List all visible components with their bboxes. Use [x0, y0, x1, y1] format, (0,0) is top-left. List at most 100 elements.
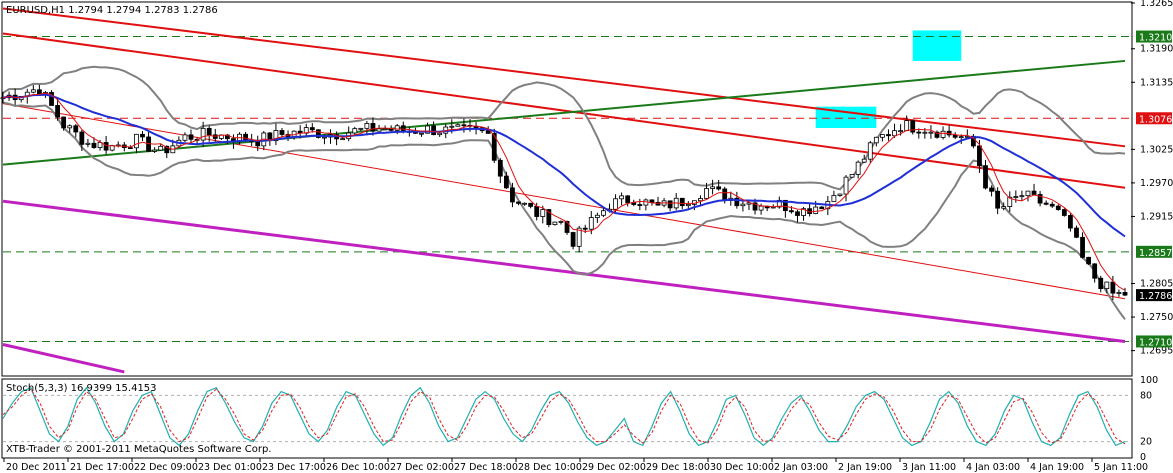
candle: [594, 212, 600, 223]
candle-body: [1055, 205, 1061, 210]
candle: [1025, 190, 1031, 202]
time-tick-label: 3 Jan 11:00: [902, 462, 956, 473]
highlight-zones: [815, 30, 962, 129]
candle-body: [394, 125, 400, 131]
price-label: 1.2857: [1136, 245, 1172, 259]
time-tick-label: 27 Dec 02:00: [390, 462, 454, 473]
trading-chart-window: 1.3265 1.3190 1.3135 1.3025 1.2970 1.2915 1.28…: [0, 0, 1173, 473]
price-label-text: 1.2786: [1139, 291, 1172, 302]
candle-body: [1080, 236, 1085, 258]
candle-body: [1092, 263, 1098, 279]
candle-body: [255, 141, 261, 147]
candle-body: [588, 217, 594, 230]
candle: [619, 192, 625, 206]
candle-body: [1116, 292, 1122, 294]
price-label: 1.2786: [1136, 289, 1172, 302]
candle: [1068, 213, 1073, 232]
time-tick-label: 23 Dec 17:00: [262, 462, 326, 473]
candle-body: [758, 205, 764, 211]
candle: [819, 206, 825, 210]
candle-body: [892, 130, 897, 137]
time-tick-label: 4 Jan 19:00: [1030, 462, 1084, 473]
candle-body: [419, 132, 424, 135]
candle: [279, 128, 285, 137]
trend-lines[interactable]: [2, 7, 1126, 374]
candle-body: [795, 211, 800, 216]
candle-body: [200, 127, 206, 141]
candle: [522, 202, 527, 206]
candle: [309, 123, 315, 133]
time-tick-label: 22 Dec 09:00: [134, 462, 198, 473]
candle-body: [886, 134, 891, 137]
candle-body: [522, 202, 527, 205]
candle-body: [158, 145, 164, 151]
candle: [928, 125, 934, 139]
candle-body: [206, 127, 212, 136]
candle-body: [843, 176, 849, 195]
candle-body: [861, 158, 867, 163]
candle-body: [455, 124, 461, 127]
time-tick-label: 21 Dec 17:00: [70, 462, 134, 473]
candle-body: [958, 136, 964, 139]
candle: [1116, 289, 1122, 297]
candle-body: [789, 210, 794, 213]
candle: [740, 201, 746, 212]
candle-body: [188, 134, 194, 140]
horizontal-levels: [3, 36, 1131, 342]
candle-body: [1074, 227, 1079, 238]
candle: [795, 210, 800, 223]
candle-body: [485, 130, 491, 134]
candle: [643, 198, 649, 211]
candle-body: [813, 206, 819, 215]
price-chart[interactable]: 1.3265 1.3190 1.3135 1.3025 1.2970 1.2915 1.28…: [0, 0, 1173, 473]
candle-body: [1049, 203, 1055, 207]
candle-body: [716, 186, 722, 190]
candle-body: [376, 128, 382, 132]
candle: [625, 195, 631, 207]
candle-body: [103, 142, 109, 151]
candle: [455, 123, 461, 127]
candle: [1080, 232, 1085, 259]
oscillator-header: Stoch(5,3,3) 16.9399 15.4153: [6, 383, 157, 394]
price-label: 1.2710: [1136, 335, 1172, 348]
candle: [807, 204, 813, 217]
trend-line-magenta[interactable]: [2, 199, 1126, 343]
candle-body: [540, 209, 546, 217]
price-tick-label: 1.2970: [1140, 178, 1173, 189]
candle-body: [182, 134, 188, 141]
trend-line-red-thin[interactable]: [2, 103, 1126, 300]
candle: [1049, 201, 1055, 208]
candle-body: [36, 89, 42, 95]
candle-body: [534, 205, 540, 217]
candle-body: [625, 195, 631, 204]
candle: [140, 130, 145, 142]
candle: [1019, 190, 1025, 201]
candle: [1031, 183, 1037, 196]
candle: [558, 220, 564, 225]
time-tick-label: 30 Dec 10:00: [710, 462, 774, 473]
candle-body: [679, 197, 685, 207]
candle: [1061, 208, 1067, 217]
candle-body: [594, 214, 600, 218]
candle-body: [904, 120, 910, 132]
candle: [182, 132, 188, 142]
candle-body: [322, 136, 327, 139]
candle-body: [279, 130, 285, 135]
candle-body: [601, 210, 606, 216]
candle: [637, 198, 643, 211]
candle-body: [989, 187, 994, 192]
candle-body: [528, 202, 534, 207]
candle: [673, 192, 679, 211]
time-tick-label: 2 Jan 03:00: [774, 462, 828, 473]
candle: [552, 221, 558, 226]
trend-line-magenta-lower[interactable]: [2, 343, 125, 374]
price-label-text: 1.3076: [1139, 114, 1172, 125]
candle-body: [1025, 190, 1031, 197]
price-tick-label: 1.3025: [1140, 144, 1173, 155]
candle-body: [983, 165, 988, 189]
candle-body: [740, 203, 746, 207]
candle-body: [1019, 195, 1025, 198]
candle-body: [437, 132, 443, 136]
candle-body: [837, 193, 843, 196]
candle: [886, 129, 891, 141]
